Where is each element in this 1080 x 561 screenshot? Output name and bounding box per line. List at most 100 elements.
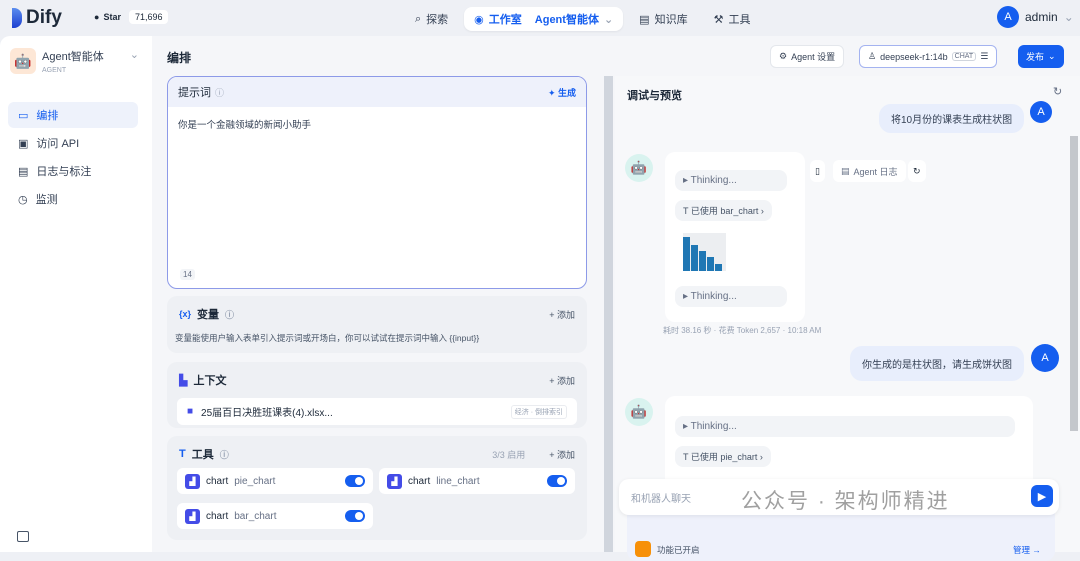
generate-button[interactable]: ✦ 生成 (548, 86, 576, 99)
github-icon: ● (94, 12, 100, 22)
menu-label: 编排 (36, 110, 59, 122)
sparkle-icon: ✦ (547, 87, 558, 98)
agent-settings-button[interactable]: ⚙ Agent 设置 (770, 45, 845, 68)
refresh-icon: ↻ (913, 165, 921, 176)
model-name: deepseek-r1:14b (880, 51, 948, 62)
tool-icon: T (179, 448, 186, 460)
nav-label: 工具 (728, 14, 751, 26)
document-icon: ▤ (841, 165, 850, 176)
chart-icon: ▟ (387, 473, 402, 489)
publish-button[interactable]: 发布 ⌄ (1018, 45, 1064, 68)
chart-icon: ▟ (185, 473, 200, 489)
menu-label: 访问 API (36, 138, 80, 150)
tool-toggle[interactable] (345, 475, 365, 487)
context-file-item[interactable]: ■ 25届百日决胜班课表(4).xlsx... 经济 · 倒排索引 (177, 398, 577, 425)
send-button[interactable]: ▶ (1031, 485, 1053, 507)
terminal-icon: ▣ (18, 137, 29, 150)
char-count: 14 (180, 269, 195, 280)
chat-scrollbar[interactable] (1070, 136, 1078, 431)
help-icon: ⓘ (219, 449, 229, 460)
panel-title: 调试与预览 (627, 90, 682, 102)
user-avatar: A (1031, 344, 1059, 372)
robot-icon: ◉ (474, 13, 484, 26)
nav-label: 知识库 (654, 14, 688, 26)
tool-name: bar_chart (234, 510, 277, 522)
chevron-down-icon: ⌄ (1063, 10, 1074, 24)
prompt-editor: 提示词 ⓘ ✦ 生成 你是一个金融领域的新闻小助手 14 (167, 76, 587, 289)
manage-link[interactable]: 管理 → (1013, 544, 1041, 556)
chevron-down-icon: ⌄ (129, 49, 139, 61)
agent-log-button[interactable]: ▤ Agent 日志 (833, 160, 906, 182)
thinking-toggle[interactable]: ▸ Thinking... (675, 416, 1015, 437)
dify-logo[interactable]: Dify (12, 7, 62, 29)
robot-avatar-icon: 🤖 (10, 48, 36, 74)
thinking-toggle[interactable]: ▸ Thinking... (675, 286, 787, 307)
prompt-label: 提示词 (178, 87, 211, 99)
nav-label: 探索 (426, 14, 449, 26)
github-star-button[interactable]: ● Star 71,696 (94, 10, 169, 24)
model-badge: CHAT (951, 52, 977, 61)
nav-explore[interactable]: ⌕ 探索 (405, 7, 458, 31)
nav-knowledge[interactable]: ▤ 知识库 (629, 7, 697, 31)
brand-name: Dify (26, 7, 62, 28)
feature-status: 功能已开启 (657, 545, 700, 555)
watermark: 公众号 · 架构师精进 (741, 490, 950, 513)
add-context-button[interactable]: + 添加 (549, 374, 575, 387)
button-label: Agent 日志 (853, 166, 898, 177)
tool-item-line-chart[interactable]: ▟ chart line_chart (379, 468, 575, 494)
nav-label: 工作室 (488, 14, 522, 26)
refresh-icon[interactable]: ↻ (1053, 85, 1062, 98)
input-placeholder: 和机器人聊天 (631, 494, 691, 505)
tool-toggle[interactable] (345, 510, 365, 522)
tool-item-bar-chart[interactable]: ▟ chart bar_chart (177, 503, 373, 529)
prompt-header: 提示词 ⓘ ✦ 生成 (168, 77, 586, 107)
tool-item-pie-chart[interactable]: ▟ chart pie_chart (177, 468, 373, 494)
sidebar-item-logs[interactable]: ▤ 日志与标注 (8, 158, 138, 184)
model-selector[interactable]: ♙ deepseek-r1:14b CHAT ☰ (859, 45, 998, 68)
document-icon: ▙ (179, 374, 188, 387)
main-nav: ⌕ 探索 ◉ 工作室 Agent智能体 ⌄ ▤ 知识库 ⚒ 工具 (405, 7, 760, 31)
user-menu[interactable]: Aadmin ⌄ (997, 6, 1074, 28)
prompt-textarea[interactable]: 你是一个金融领域的新闻小助手 (168, 107, 586, 267)
tool-toggle[interactable] (547, 475, 567, 487)
file-name: 25届百日决胜班课表(4).xlsx... (201, 408, 333, 419)
tool-icon: T (683, 206, 691, 216)
button-label: 添加 (556, 309, 575, 320)
tool-icon: T (683, 452, 691, 462)
top-header: Dify ● Star 71,696 ⌕ 探索 ◉ 工作室 Agent智能体 ⌄ ▤ 知识库 … (0, 0, 1080, 36)
tool-provider: chart (408, 475, 431, 487)
app-name: Agent智能体 (42, 51, 104, 63)
tool-used-label: 已使用 bar_chart (690, 206, 759, 216)
button-label: 发布 (1026, 52, 1045, 62)
add-tool-button[interactable]: + 添加 (549, 448, 575, 461)
panel-resize-handle[interactable] (604, 76, 613, 552)
file-list-icon: ▤ (18, 165, 29, 178)
user-message: 你生成的是柱状图，请生成饼状图 (850, 346, 1024, 381)
page-title: 编排 (167, 51, 192, 65)
add-variable-button[interactable]: + 添加 (549, 308, 575, 321)
nav-tools[interactable]: ⚒ 工具 (704, 7, 761, 31)
collapse-sidebar-icon[interactable] (17, 531, 29, 542)
app-type: AGENT (42, 67, 67, 74)
variables-hint: 变量能使用户输入表单引入提示词或开场白，你可以试试在提示词中输入 {{input… (175, 333, 480, 343)
sidebar-item-monitor[interactable]: ◷ 监测 (8, 186, 138, 212)
thinking-label: Thinking... (690, 175, 737, 186)
sidebar-item-orchestrate[interactable]: ▭ 编排 (8, 102, 138, 128)
sidebar-item-api[interactable]: ▣ 访问 API (8, 130, 138, 156)
regenerate-button[interactable]: ↻ (908, 160, 926, 182)
tool-used-pie-chart[interactable]: T 已使用 pie_chart › (675, 446, 771, 467)
file-tag: 经济 · 倒排索引 (510, 404, 567, 419)
user-message: 将10月份的课表生成柱状图 (879, 104, 1025, 133)
thinking-toggle[interactable]: ▸ Thinking... (675, 170, 787, 191)
folder-icon: ■ (187, 406, 194, 417)
model-icon: ♙ (868, 51, 877, 61)
tool-name: pie_chart (234, 475, 276, 487)
chat-input[interactable]: 和机器人聊天 公众号 · 架构师精进 ▶ (619, 479, 1059, 515)
tool-used-bar-chart[interactable]: T 已使用 bar_chart › (675, 200, 772, 221)
clipboard-icon: ▯ (815, 165, 820, 176)
copy-button[interactable]: ▯ (810, 160, 825, 182)
variable-icon: {x} (179, 309, 192, 319)
app-selector[interactable]: 🤖 Agent智能体 AGENT ⌄ (10, 48, 139, 74)
app-switcher[interactable]: Agent智能体 (535, 11, 599, 27)
nav-studio[interactable]: ◉ 工作室 Agent智能体 ⌄ (464, 7, 624, 31)
